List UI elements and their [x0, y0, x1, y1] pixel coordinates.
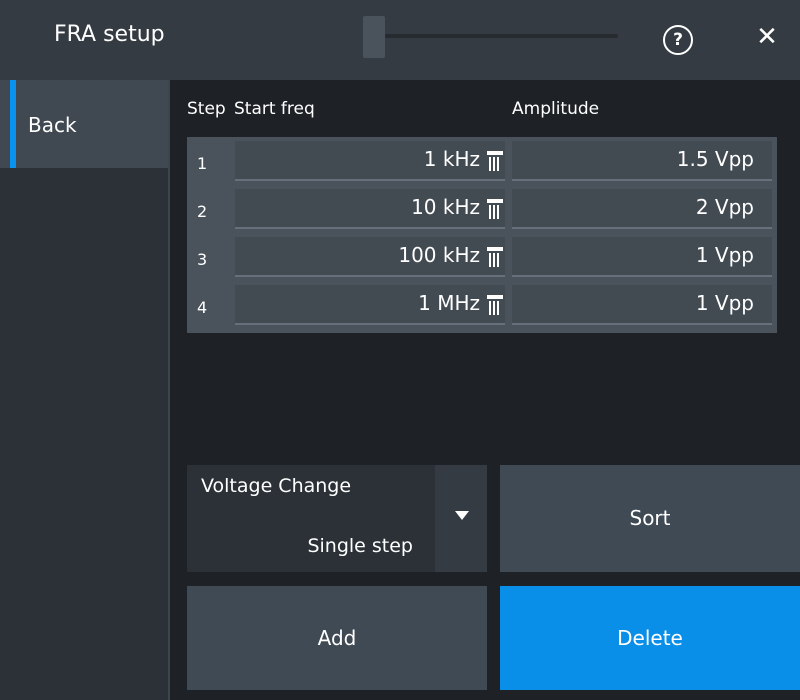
step-number: 2 — [197, 202, 208, 221]
start-freq-field[interactable]: 1 kHz — [235, 141, 505, 181]
start-freq-value: 10 kHz — [411, 195, 480, 219]
close-icon[interactable]: ✕ — [752, 22, 782, 52]
add-button[interactable]: Add — [187, 586, 487, 690]
table-row: 4 1 MHz 1 Vpp — [187, 281, 777, 327]
column-header-step: Step — [187, 99, 226, 119]
amplitude-field[interactable]: 2 Vpp — [512, 189, 772, 229]
amplitude-field[interactable]: 1.5 Vpp — [512, 141, 772, 181]
amplitude-value: 1.5 Vpp — [676, 147, 754, 171]
dialog-title: FRA setup — [54, 22, 165, 47]
start-freq-field[interactable]: 1 MHz — [235, 285, 505, 325]
scroll-slider-thumb[interactable] — [363, 16, 385, 58]
amplitude-field[interactable]: 1 Vpp — [512, 285, 772, 325]
start-freq-field[interactable]: 100 kHz — [235, 237, 505, 277]
amplitude-field[interactable]: 1 Vpp — [512, 237, 772, 277]
sort-button[interactable]: Sort — [500, 465, 800, 572]
amplitude-value: 1 Vpp — [695, 291, 754, 315]
chevron-down-icon[interactable] — [435, 465, 487, 572]
sidebar: Back — [0, 80, 170, 700]
amplitude-value: 2 Vpp — [695, 195, 754, 219]
voltage-change-label: Voltage Change — [201, 475, 352, 497]
trash-icon[interactable] — [487, 199, 503, 219]
voltage-change-value: Single step — [307, 535, 413, 557]
table-row: 2 10 kHz 2 Vpp — [187, 185, 777, 231]
help-icon[interactable]: ? — [663, 25, 693, 55]
column-header-start-freq: Start freq — [234, 99, 315, 119]
scroll-slider-track[interactable] — [385, 34, 618, 38]
column-header-amplitude: Amplitude — [512, 99, 600, 119]
start-freq-value: 100 kHz — [398, 243, 480, 267]
title-bar: FRA setup ? ✕ — [0, 0, 800, 80]
start-freq-value: 1 MHz — [418, 291, 480, 315]
back-button-label: Back — [28, 113, 77, 137]
start-freq-field[interactable]: 10 kHz — [235, 189, 505, 229]
table-row: 1 1 kHz 1.5 Vpp — [187, 137, 777, 183]
delete-button[interactable]: Delete — [500, 586, 800, 690]
table-row: 3 100 kHz 1 Vpp — [187, 233, 777, 279]
trash-icon[interactable] — [487, 247, 503, 267]
step-table: 1 1 kHz 1.5 Vpp 2 10 kHz 2 Vpp 3 100 kHz… — [187, 137, 777, 333]
step-number: 3 — [197, 250, 208, 269]
amplitude-value: 1 Vpp — [695, 243, 754, 267]
back-button[interactable]: Back — [0, 80, 168, 168]
step-number: 1 — [197, 154, 208, 173]
back-button-accent — [10, 80, 16, 168]
step-number: 4 — [197, 298, 208, 317]
voltage-change-dropdown[interactable]: Voltage Change Single step — [187, 465, 487, 572]
trash-icon[interactable] — [487, 295, 503, 315]
trash-icon[interactable] — [487, 151, 503, 171]
start-freq-value: 1 kHz — [423, 147, 480, 171]
